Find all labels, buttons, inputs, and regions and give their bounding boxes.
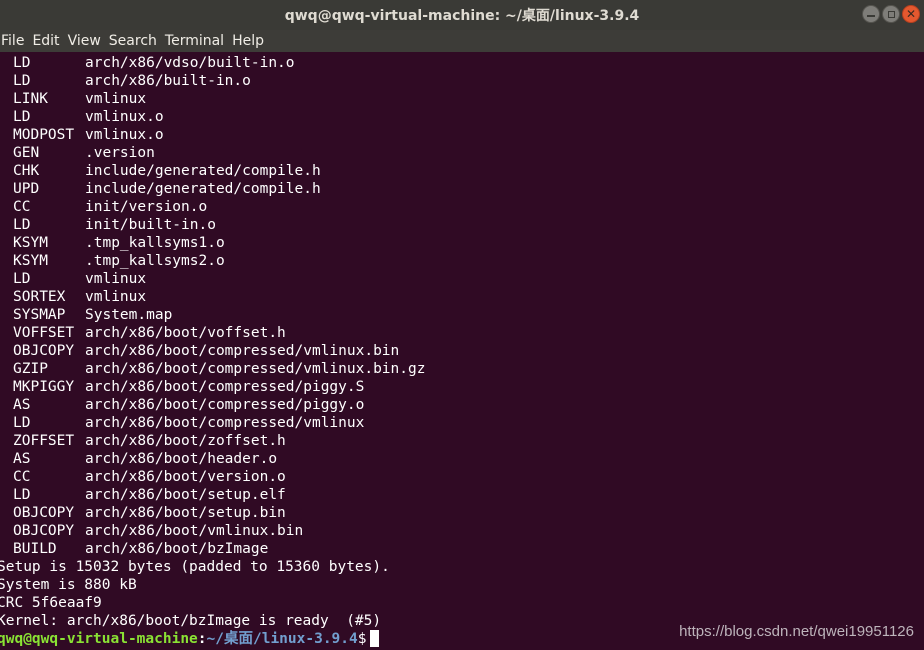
build-step-target: .tmp_kallsyms2.o xyxy=(85,253,225,269)
build-step-target: arch/x86/vdso/built-in.o xyxy=(85,55,295,71)
build-step-target: arch/x86/boot/compressed/vmlinux.bin xyxy=(85,343,400,359)
menu-file[interactable]: File xyxy=(0,30,32,52)
prompt-symbol: $ xyxy=(357,631,367,647)
build-step-label: LD xyxy=(13,73,31,89)
build-step-target: vmlinux xyxy=(85,271,147,287)
build-step-label: BUILD xyxy=(13,541,57,557)
build-step-target: init/version.o xyxy=(85,199,208,215)
build-step-label: OBJCOPY xyxy=(13,343,75,359)
build-step-target: arch/x86/built-in.o xyxy=(85,73,251,89)
build-step-target: vmlinux xyxy=(85,91,147,107)
build-step-target: arch/x86/boot/compressed/piggy.o xyxy=(85,397,365,413)
prompt-directory: ~/桌面/linux-3.9.4 xyxy=(206,631,358,647)
build-step-label: SYSMAP xyxy=(13,307,66,323)
build-step-label: KSYM xyxy=(13,253,48,269)
build-step-label: LD xyxy=(13,415,31,431)
build-step-target: vmlinux xyxy=(85,289,147,305)
build-step-target: vmlinux.o xyxy=(85,109,164,125)
build-step-target: arch/x86/boot/voffset.h xyxy=(85,325,286,341)
terminal-window: qwq@qwq-virtual-machine: ~/桌面/linux-3.9.… xyxy=(0,0,924,650)
build-step-label: VOFFSET xyxy=(13,325,75,341)
build-step-label: LD xyxy=(13,217,31,233)
window-controls: ✕ xyxy=(862,5,920,23)
build-step-label: AS xyxy=(13,451,31,467)
build-step-label: MODPOST xyxy=(13,127,75,143)
output-text: System is 880 kB xyxy=(0,577,137,593)
minimize-button[interactable] xyxy=(862,5,880,23)
menu-bar: File Edit View Search Terminal Help xyxy=(0,30,924,52)
build-step-label: GEN xyxy=(13,145,40,161)
build-step-label: KSYM xyxy=(13,235,48,251)
build-step-label: UPD xyxy=(13,181,40,197)
build-step-target: arch/x86/boot/zoffset.h xyxy=(85,433,286,449)
menu-view[interactable]: View xyxy=(68,30,109,52)
build-step-target: arch/x86/boot/version.o xyxy=(85,469,286,485)
build-step-label: LD xyxy=(13,55,31,71)
build-step-label: ZOFFSET xyxy=(13,433,75,449)
build-step-target: arch/x86/boot/vmlinux.bin xyxy=(85,523,304,539)
build-step-target: init/built-in.o xyxy=(85,217,216,233)
build-step-label: LD xyxy=(13,271,31,287)
watermark: https://blog.csdn.net/qwei19951126 xyxy=(679,623,914,640)
text-cursor xyxy=(370,630,380,647)
title-bar[interactable]: qwq@qwq-virtual-machine: ~/桌面/linux-3.9.… xyxy=(0,0,924,30)
menu-help[interactable]: Help xyxy=(232,30,272,52)
build-step-label: CC xyxy=(13,469,31,485)
prompt-separator: : xyxy=(197,631,207,647)
window-title: qwq@qwq-virtual-machine: ~/桌面/linux-3.9.… xyxy=(284,8,640,24)
build-step-label: OBJCOPY xyxy=(13,523,75,539)
build-step-target: arch/x86/boot/compressed/vmlinux.bin.gz xyxy=(85,361,426,377)
output-text: CRC 5f6eaaf9 xyxy=(0,595,102,611)
build-step-target: include/generated/compile.h xyxy=(85,163,321,179)
build-step-target: System.map xyxy=(85,307,173,323)
prompt-user-host: qwq@qwq-virtual-machine xyxy=(0,631,198,647)
build-step-label: GZIP xyxy=(13,361,48,377)
build-step-label: LINK xyxy=(13,91,48,107)
build-step-target: include/generated/compile.h xyxy=(85,181,321,197)
build-step-label: LD xyxy=(13,109,31,125)
menu-search[interactable]: Search xyxy=(109,30,165,52)
build-step-label: AS xyxy=(13,397,31,413)
output-text: Kernel: arch/x86/boot/bzImage is ready (… xyxy=(0,613,382,629)
output-text: Setup is 15032 bytes (padded to 15360 by… xyxy=(0,559,390,575)
build-step-label: MKPIGGY xyxy=(13,379,75,395)
build-step-label: CHK xyxy=(13,163,40,179)
build-step-target: arch/x86/boot/setup.bin xyxy=(85,505,286,521)
maximize-icon xyxy=(887,10,895,18)
build-step-label: SORTEX xyxy=(13,289,66,305)
menu-terminal[interactable]: Terminal xyxy=(165,30,232,52)
build-step-target: .tmp_kallsyms1.o xyxy=(85,235,225,251)
build-step-target: arch/x86/boot/bzImage xyxy=(85,541,269,557)
build-step-target: arch/x86/boot/setup.elf xyxy=(85,487,286,503)
maximize-button[interactable] xyxy=(882,5,900,23)
shell-prompt: qwq@qwq-virtual-machine:~/桌面/linux-3.9.4… xyxy=(0,630,380,648)
build-step-label: LD xyxy=(13,487,31,503)
build-step-target: arch/x86/boot/compressed/piggy.S xyxy=(85,379,365,395)
build-step-label: CC xyxy=(13,199,31,215)
close-icon: ✕ xyxy=(905,7,917,21)
build-step-target: .version xyxy=(85,145,155,161)
build-step-target: vmlinux.o xyxy=(85,127,164,143)
menu-edit[interactable]: Edit xyxy=(32,30,67,52)
minimize-icon xyxy=(867,14,875,17)
build-step-target: arch/x86/boot/header.o xyxy=(85,451,278,467)
terminal-output[interactable]: LD arch/x86/vdso/built-in.o LD arch/x86/bui… xyxy=(0,54,924,650)
build-step-label: OBJCOPY xyxy=(13,505,75,521)
build-step-target: arch/x86/boot/compressed/vmlinux xyxy=(85,415,365,431)
close-button[interactable]: ✕ xyxy=(902,5,920,23)
